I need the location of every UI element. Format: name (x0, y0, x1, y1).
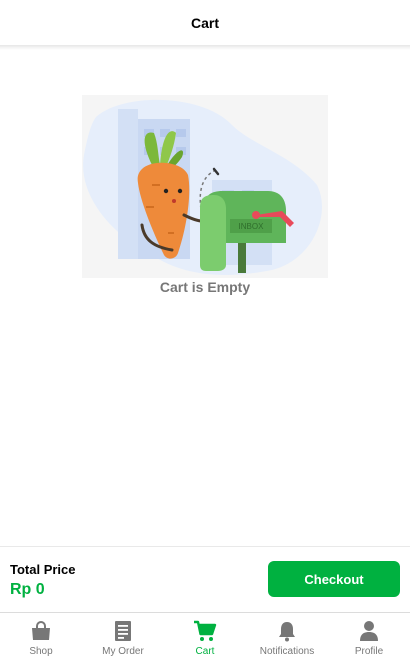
empty-cart-illustration: INBOX (82, 95, 328, 278)
empty-cart-message: Cart is Empty (159, 279, 251, 295)
tab-shop[interactable]: Shop (0, 613, 82, 661)
tab-profile[interactable]: Profile (328, 613, 410, 661)
person-icon (360, 621, 378, 641)
tab-cart-label: Cart (195, 646, 215, 657)
bottom-navigation: Shop My Order Cart Notifications Profile (0, 612, 410, 661)
bell-icon (279, 622, 295, 642)
tab-shop-label: Shop (29, 646, 53, 657)
tab-my-order-label: My Order (102, 646, 144, 657)
receipt-icon (115, 621, 131, 641)
checkout-footer: Total Price Rp 0 Checkout (0, 546, 410, 613)
checkout-button[interactable]: Checkout (268, 561, 400, 597)
tab-profile-label: Profile (354, 646, 384, 657)
app-header: Cart (0, 0, 410, 46)
tab-cart[interactable]: Cart (164, 613, 246, 661)
tab-notifications-label: Notifications (259, 646, 315, 657)
carrot-mailbox-illustration: INBOX (83, 99, 322, 275)
cart-icon (194, 620, 217, 641)
page-title: Cart (190, 15, 219, 31)
mailbox-inbox-label: INBOX (239, 222, 265, 231)
total-price-value: Rp 0 (10, 581, 45, 598)
header-shadow (0, 45, 410, 50)
shopping-bag-icon (32, 621, 50, 640)
total-price-label: Total Price (10, 562, 76, 577)
tab-my-order[interactable]: My Order (82, 613, 164, 661)
tab-notifications[interactable]: Notifications (246, 613, 328, 661)
